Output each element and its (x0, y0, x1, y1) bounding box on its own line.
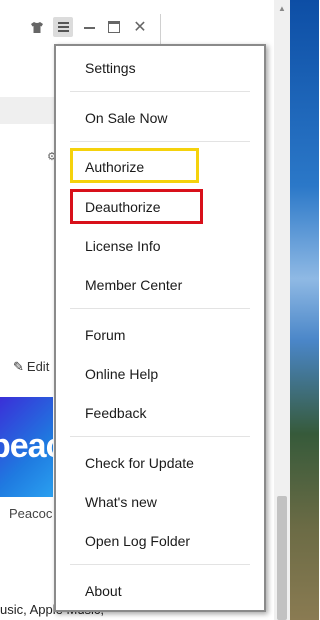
main-dropdown-menu: Settings On Sale Now Authorize Deauthori… (54, 44, 266, 612)
menu-item-deauthorize[interactable]: Deauthorize (85, 198, 161, 216)
service-tile-name: Peacoc (9, 506, 53, 521)
menu-separator (70, 141, 250, 142)
content-header-strip (0, 97, 60, 124)
scroll-thumb[interactable] (277, 496, 287, 620)
edit-button[interactable]: ✎ Edit (13, 359, 49, 375)
menu-item-forum[interactable]: Forum (85, 326, 125, 344)
maximize-icon[interactable] (104, 17, 124, 37)
menu-item-whats-new[interactable]: What's new (85, 493, 157, 511)
service-tile[interactable]: peacoc (0, 397, 53, 497)
tshirt-icon[interactable] (27, 17, 47, 37)
menu-item-authorize[interactable]: Authorize (85, 158, 144, 176)
menu-item-on-sale-now[interactable]: On Sale Now (85, 109, 167, 127)
pencil-icon: ✎ (13, 359, 24, 374)
menu-item-license-info[interactable]: License Info (85, 237, 161, 255)
menu-item-settings[interactable]: Settings (85, 59, 136, 77)
menu-item-about[interactable]: About (85, 582, 122, 600)
desktop-wallpaper (290, 0, 319, 620)
menu-separator (70, 564, 250, 565)
title-bar: ✕ (0, 17, 274, 47)
edit-label: Edit (26, 359, 50, 374)
minimize-icon[interactable] (79, 17, 99, 37)
menu-item-feedback[interactable]: Feedback (85, 404, 146, 422)
vertical-scrollbar[interactable]: ▲ (274, 0, 290, 620)
service-tile-logo: peacoc (0, 427, 53, 465)
menu-item-open-log-folder[interactable]: Open Log Folder (85, 532, 190, 550)
menu-item-online-help[interactable]: Online Help (85, 365, 158, 383)
menu-separator (70, 308, 250, 309)
close-icon[interactable]: ✕ (130, 17, 150, 37)
hamburger-menu-icon[interactable] (53, 17, 73, 37)
menu-item-member-center[interactable]: Member Center (85, 276, 182, 294)
menu-separator (70, 436, 250, 437)
menu-separator (70, 91, 250, 92)
scroll-up-arrow-icon[interactable]: ▲ (274, 0, 290, 16)
menu-item-check-for-update[interactable]: Check for Update (85, 454, 194, 472)
